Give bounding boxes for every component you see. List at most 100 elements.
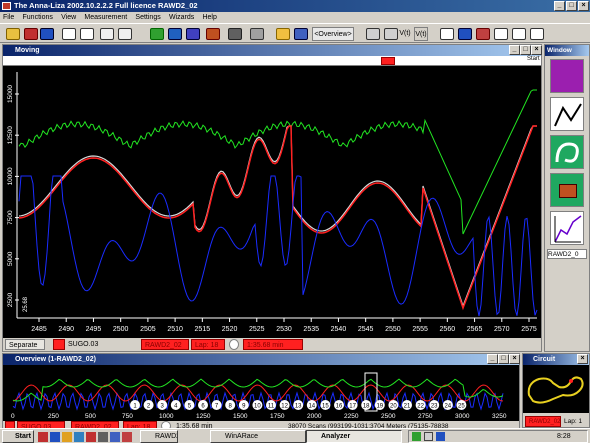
overview-minimize-button[interactable]: _	[487, 354, 498, 364]
quicklaunch-app4-icon[interactable]	[122, 432, 132, 442]
lap-marker-label: 20	[390, 404, 397, 410]
x-tick-label: 2485	[31, 326, 47, 333]
quicklaunch-app2-icon[interactable]	[86, 432, 96, 442]
help-icon[interactable]	[458, 28, 472, 40]
overview-title: Overview (1-RAWD2_02) _ □ ×	[3, 354, 520, 365]
overview-x-tick-label: 2250	[344, 413, 359, 420]
taskbar: Start RAWD2_0 WinARace Analyzer 8:28	[0, 428, 590, 443]
v-t-button[interactable]: V(t)	[398, 27, 412, 41]
quicklaunch-ie-icon[interactable]	[50, 432, 60, 442]
y-tick-label: 7500	[7, 210, 14, 225]
overview-close-button[interactable]: ×	[509, 354, 520, 364]
maximize-button[interactable]: □	[566, 1, 577, 11]
chart-icon[interactable]	[118, 28, 132, 40]
circuit-map[interactable]	[523, 365, 589, 413]
layers-icon[interactable]	[186, 28, 200, 40]
lap-marker-label: 17	[349, 404, 356, 410]
marker-current[interactable]	[381, 57, 395, 65]
circuit-position-marker	[569, 379, 573, 383]
tray-app-icon[interactable]	[436, 432, 445, 441]
overview-maximize-button[interactable]: □	[498, 354, 509, 364]
overview-x-tick-label: 1250	[196, 413, 211, 420]
overview-plot[interactable]: 1 2 3 4 5 6 7 8 9 10 11 12 13 14 15 16 17 18 19 20 21 22 23 24 2…	[3, 365, 519, 413]
lap-marker-label: 14	[308, 404, 315, 410]
moving-maximize-button[interactable]: □	[520, 45, 531, 55]
driver-icon[interactable]	[550, 59, 584, 93]
overview-button[interactable]: <Overview>	[312, 27, 354, 41]
y-tick-label: 12500	[7, 126, 14, 144]
x-start-label: 25.68	[23, 296, 29, 312]
y-tick-label: 5000	[7, 251, 14, 266]
x-tick-label: 2515	[195, 326, 211, 333]
open-folder-icon[interactable]	[6, 28, 20, 40]
lap-marker-strip[interactable]: Start	[3, 56, 541, 66]
quicklaunch-folder-icon[interactable]	[62, 432, 72, 442]
quicklaunch-app1-icon[interactable]	[38, 432, 48, 442]
window-panel-title: Window	[545, 45, 589, 56]
speed-vs-icon[interactable]	[550, 97, 584, 131]
quicklaunch-mail-icon[interactable]	[74, 432, 84, 442]
overview-x-tick-label: 2750	[418, 413, 433, 420]
minimize-button[interactable]: _	[554, 1, 565, 11]
tool-icon[interactable]	[206, 28, 220, 40]
quicklaunch-desktop-icon[interactable]	[98, 432, 108, 442]
zoom-icon[interactable]	[476, 28, 490, 40]
moving-close-button[interactable]: ×	[531, 45, 542, 55]
lap-time: 1:35.68 min	[243, 339, 303, 350]
search-icon[interactable]	[440, 28, 454, 40]
tray-network-icon[interactable]	[412, 432, 421, 441]
circuit-window: Circuit × RAWD2_02 Lap: 1	[522, 353, 590, 428]
ecu-icon[interactable]	[550, 173, 584, 207]
grid-icon[interactable]	[168, 28, 182, 40]
start-button[interactable]: Start	[2, 430, 34, 443]
y-tick-label: 15000	[7, 85, 14, 103]
v-t-toggle[interactable]: V(t)	[414, 27, 428, 41]
task-analyzer-button[interactable]: Analyzer	[306, 430, 402, 443]
network-icon[interactable]	[150, 28, 164, 40]
overview-x-tick-label: 2500	[381, 413, 396, 420]
menu-measurement[interactable]: Measurement	[81, 12, 130, 23]
gear-icon[interactable]	[228, 28, 242, 40]
menu-file[interactable]: File	[0, 12, 17, 23]
pen-icon[interactable]	[366, 28, 380, 40]
window-icon[interactable]	[494, 28, 508, 40]
tray-speaker-icon[interactable]	[424, 432, 433, 441]
lap-marker-label: 19	[376, 404, 383, 410]
graph-icon[interactable]	[100, 28, 114, 40]
tree-icon[interactable]	[276, 28, 290, 40]
moving-data-plot[interactable]: 15000 12500 10000 7500 5000 2500 2485 2490 2495 2…	[3, 66, 541, 338]
chart-icon[interactable]	[550, 211, 584, 245]
menu-wizards[interactable]: Wizards	[166, 12, 197, 23]
menu-functions[interactable]: Functions	[20, 12, 56, 23]
close-button[interactable]: ×	[578, 1, 589, 11]
lines-icon[interactable]	[250, 28, 264, 40]
cascade-icon[interactable]	[530, 28, 544, 40]
save-icon[interactable]	[40, 28, 54, 40]
toolbar: <Overview> V(t) V(t)	[0, 23, 590, 43]
overview-x-tick-label: 250	[48, 413, 59, 420]
menu-view[interactable]: View	[58, 12, 79, 23]
trend-icon[interactable]	[384, 28, 398, 40]
circuit-close-button[interactable]: ×	[577, 354, 588, 364]
lap-marker-label: 24	[444, 404, 451, 410]
x-tick-label: 2570	[494, 326, 510, 333]
link-icon[interactable]	[294, 28, 308, 40]
overview-green-trace	[12, 378, 504, 402]
task-winarace-button[interactable]: WinARace	[210, 430, 306, 443]
table-icon[interactable]	[80, 28, 94, 40]
menu-settings[interactable]: Settings	[132, 12, 163, 23]
print-icon[interactable]	[62, 28, 76, 40]
lap-marker-label: 25	[458, 404, 465, 410]
menu-help[interactable]: Help	[199, 12, 219, 23]
overview-window: Overview (1-RAWD2_02) _ □ × 1 2 3 4 5 6 7 8 9 10 1…	[2, 353, 520, 432]
window-file-label[interactable]: RAWD2_0	[547, 249, 587, 259]
quicklaunch-app3-icon[interactable]	[110, 432, 120, 442]
x-tick-label: 2560	[440, 326, 456, 333]
circuit-icon[interactable]	[550, 135, 584, 169]
separate-button[interactable]: Separate	[5, 339, 45, 350]
lap-number: Lap: 18	[191, 339, 225, 350]
tile-icon[interactable]	[512, 28, 526, 40]
record-icon[interactable]	[24, 28, 38, 40]
task-rawd2-button[interactable]: RAWD2_0	[140, 430, 178, 443]
moving-minimize-button[interactable]: _	[509, 45, 520, 55]
